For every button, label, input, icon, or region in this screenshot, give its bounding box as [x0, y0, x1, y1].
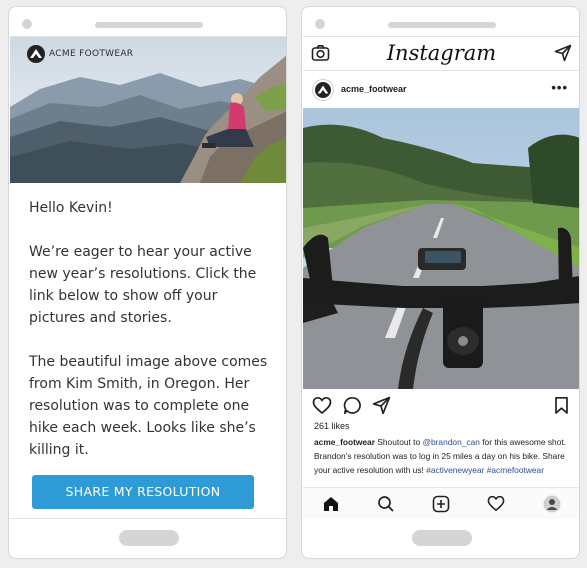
activity-heart-icon[interactable]	[487, 495, 505, 512]
front-camera	[315, 19, 325, 29]
caption-hashtag[interactable]: #acmefootwear	[487, 465, 544, 475]
post-author-username[interactable]: acme_footwear	[341, 84, 407, 94]
speaker-slot	[388, 22, 496, 28]
share-my-resolution-button[interactable]: SHARE MY RESOLUTION	[32, 475, 254, 509]
email-paragraph-1: We’re eager to hear your active new year…	[29, 244, 257, 326]
email-body: Hello Kevin! We’re eager to hear your ac…	[29, 197, 274, 483]
post-actions-bar	[303, 393, 579, 421]
bookmark-icon[interactable]	[554, 396, 569, 415]
email-greeting: Hello Kevin!	[29, 200, 113, 216]
instagram-phone-frame: Instagram acme_footwear ••• 261 likes ac…	[301, 6, 580, 559]
search-icon[interactable]	[377, 495, 395, 513]
brand-name: ACME FOOTWEAR	[49, 49, 134, 59]
acme-logo-icon	[27, 45, 45, 63]
post-author-avatar[interactable]	[312, 79, 334, 101]
send-icon[interactable]	[554, 44, 572, 62]
speaker-slot	[95, 22, 203, 28]
heart-icon[interactable]	[312, 396, 332, 415]
share-icon[interactable]	[372, 396, 391, 415]
email-phone-frame: ACME FOOTWEAR Hello Kevin! We’re eager t…	[8, 6, 287, 559]
post-photo[interactable]	[303, 108, 579, 389]
home-icon[interactable]	[322, 495, 340, 513]
caption-username[interactable]: acme_footwear	[314, 437, 375, 447]
post-caption: acme_footwear Shoutout to @brandon_can f…	[314, 435, 574, 477]
hero-image: ACME FOOTWEAR	[10, 37, 286, 183]
bottom-tab-bar	[303, 487, 579, 519]
comment-icon[interactable]	[343, 396, 362, 415]
profile-avatar[interactable]	[543, 495, 561, 513]
email-screen: ACME FOOTWEAR Hello Kevin! We’re eager t…	[10, 36, 286, 519]
email-paragraph-2: The beautiful image above comes from Kim…	[29, 354, 268, 458]
home-button[interactable]	[412, 530, 472, 546]
post-header: acme_footwear •••	[303, 71, 579, 109]
more-options-icon[interactable]: •••	[551, 80, 568, 95]
front-camera	[22, 19, 32, 29]
home-button[interactable]	[119, 530, 179, 546]
instagram-header: Instagram	[303, 37, 579, 71]
caption-hashtag[interactable]: #activenewyear	[426, 465, 484, 475]
caption-text: Shoutout to	[374, 437, 423, 447]
brand-logo: ACME FOOTWEAR	[27, 45, 133, 63]
likes-count[interactable]: 261 likes	[314, 421, 350, 431]
add-post-icon[interactable]	[432, 495, 450, 513]
caption-mention[interactable]: @brandon_can	[422, 437, 479, 447]
acme-logo-icon	[315, 82, 331, 98]
instagram-logo: Instagram	[386, 41, 497, 65]
instagram-screen: Instagram acme_footwear ••• 261 likes ac…	[303, 36, 579, 519]
